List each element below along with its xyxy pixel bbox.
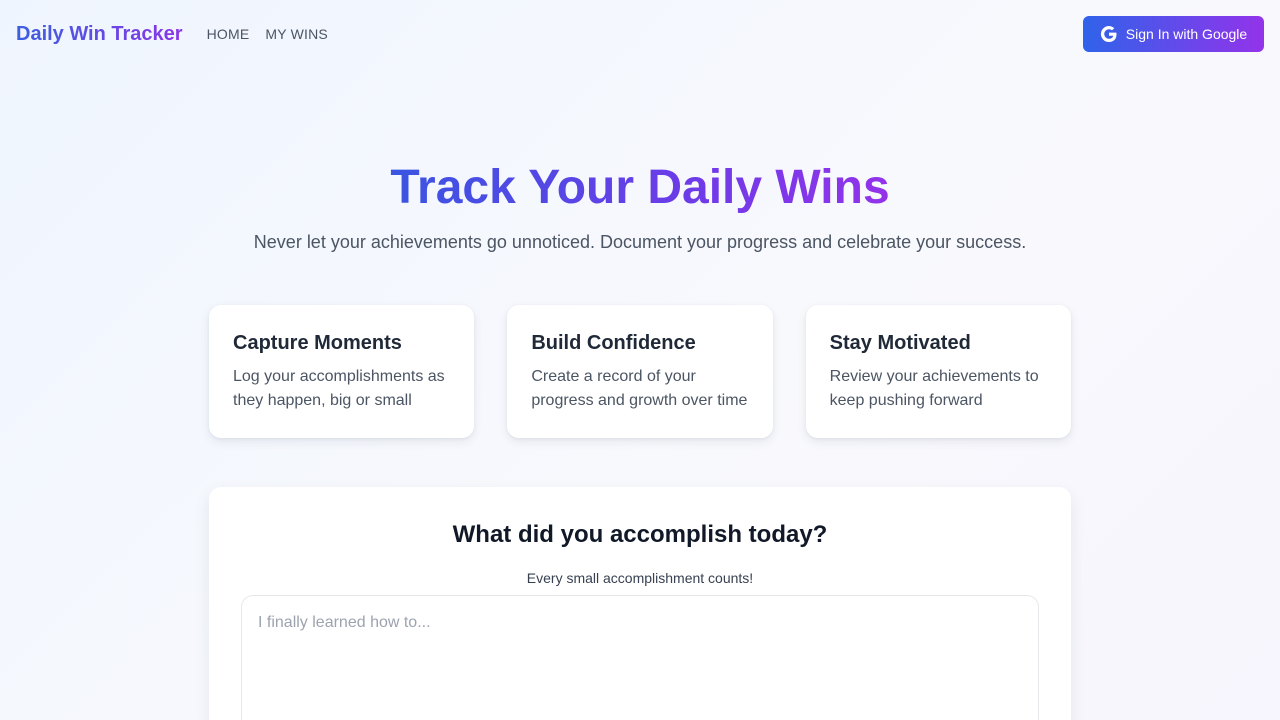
feature-card-capture: Capture Moments Log your accomplishments…: [209, 305, 475, 438]
feature-card-title: Capture Moments: [233, 332, 402, 354]
win-entry-subtitle: Every small accomplishment counts!: [526, 570, 754, 586]
feature-card-text: Review your achievements to keep pushing…: [829, 368, 1039, 409]
page: Daily Win Tracker HOME MY WINS Sign In w…: [0, 0, 1280, 720]
brand-logo[interactable]: Daily Win Tracker: [16, 23, 183, 46]
feature-card-text: Log your accomplishments as they happen,…: [233, 368, 445, 409]
feature-card-confidence: Build Confidence Create a record of your…: [507, 305, 773, 438]
nav-link-my-wins[interactable]: MY WINS: [265, 26, 328, 42]
nav-link-home[interactable]: HOME: [207, 26, 250, 42]
sign-in-label: Sign In with Google: [1125, 26, 1248, 42]
feature-card-title: Build Confidence: [531, 332, 696, 354]
google-icon: [1100, 25, 1118, 43]
feature-card-text: Create a record of your progress and gro…: [531, 368, 748, 409]
hero-title-text: Track Your Daily Wins: [390, 161, 890, 214]
feature-card-motivated: Stay Motivated Review your achievements …: [805, 305, 1071, 438]
win-entry-panel: What did you accomplish today? Every sma…: [209, 487, 1071, 720]
hero-title: Track Your Daily Wins: [0, 160, 1280, 216]
feature-card-title: Stay Motivated: [829, 332, 971, 354]
win-entry-input[interactable]: [241, 595, 1039, 720]
feature-cards: Capture Moments Log your accomplishments…: [209, 305, 1071, 438]
top-nav: Daily Win Tracker HOME MY WINS Sign In w…: [0, 0, 1280, 68]
sign-in-google-button[interactable]: Sign In with Google: [1083, 16, 1264, 52]
hero-subtitle: Never let your achievements go unnoticed…: [253, 232, 1027, 252]
win-entry-title: What did you accomplish today?: [452, 521, 828, 548]
